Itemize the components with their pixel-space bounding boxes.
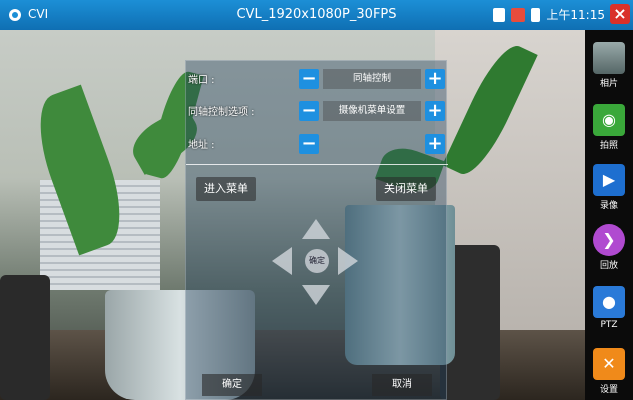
coax-option-increase-button[interactable]: + [425, 101, 445, 121]
sidebar-item-label: PTZ [600, 320, 618, 330]
center-ok-button[interactable]: 确定 [305, 249, 329, 273]
battery-icon [531, 7, 541, 22]
sidebar-item-record[interactable]: ▶ 录像 [585, 160, 633, 214]
chair [0, 275, 50, 400]
divider [186, 164, 448, 165]
confirm-button[interactable]: 确定 [202, 374, 262, 396]
photo-album-icon [593, 42, 625, 74]
camera-icon: ◉ [593, 104, 625, 136]
settings-tools-icon: ✕ [593, 348, 625, 380]
down-arrow-button[interactable] [302, 285, 330, 305]
clock: 上午11:15 [546, 8, 605, 22]
cancel-button[interactable]: 取消 [372, 374, 432, 396]
coax-option-value: 摄像机菜单设置 [323, 101, 421, 121]
address-value [323, 134, 421, 154]
address-increase-button[interactable]: + [425, 134, 445, 154]
enter-menu-button[interactable]: 进入菜单 [196, 177, 256, 201]
system-status: 上午11:15 [493, 6, 605, 23]
sidebar-item-ptz[interactable]: ● PTZ [585, 282, 633, 336]
sidebar-item-playback[interactable]: ❯ 回放 [585, 220, 633, 274]
sidebar-item-settings[interactable]: ✕ 设置 [585, 344, 633, 398]
coaxial-control-dialog: 端口 : − 同轴控制 + 同轴控制选项 : − 摄像机菜单设置 + 地址 : … [185, 60, 448, 400]
network-icon [511, 7, 526, 22]
coax-option-decrease-button[interactable]: − [299, 101, 319, 121]
address-row: 地址 : − + [186, 132, 448, 156]
address-label: 地址 : [188, 140, 215, 151]
sidebar-item-label: 设置 [599, 385, 618, 395]
close-menu-button[interactable]: 关闭菜单 [376, 177, 436, 201]
status-bar: CVI CVL_1920x1080P_30FPS 上午11:15 × [0, 0, 633, 30]
close-button[interactable]: × [610, 4, 630, 24]
port-decrease-button[interactable]: − [299, 69, 319, 89]
sidebar-item-label: 录像 [599, 201, 618, 211]
sidebar-item-label: 回放 [599, 261, 618, 271]
ptz-icon: ● [593, 286, 625, 318]
sd-card-icon [493, 7, 506, 22]
port-row: 端口 : − 同轴控制 + [186, 67, 448, 91]
up-arrow-button[interactable] [302, 219, 330, 239]
coax-option-row: 同轴控制选项 : − 摄像机菜单设置 + [186, 99, 448, 123]
right-arrow-button[interactable] [338, 247, 358, 275]
sidebar: 相片 ◉ 拍照 ▶ 录像 ❯ 回放 ● PTZ ✕ 设置 [585, 30, 633, 400]
playback-icon: ❯ [593, 224, 625, 256]
port-value: 同轴控制 [323, 69, 421, 89]
video-record-icon: ▶ [593, 164, 625, 196]
sidebar-item-album[interactable]: 相片 [585, 38, 633, 92]
port-label: 端口 : [188, 75, 215, 86]
sidebar-item-label: 拍照 [599, 141, 618, 151]
sidebar-item-label: 相片 [599, 79, 618, 89]
coax-option-label: 同轴控制选项 : [188, 107, 255, 118]
left-arrow-button[interactable] [272, 247, 292, 275]
sidebar-item-snapshot[interactable]: ◉ 拍照 [585, 100, 633, 154]
address-decrease-button[interactable]: − [299, 134, 319, 154]
port-increase-button[interactable]: + [425, 69, 445, 89]
